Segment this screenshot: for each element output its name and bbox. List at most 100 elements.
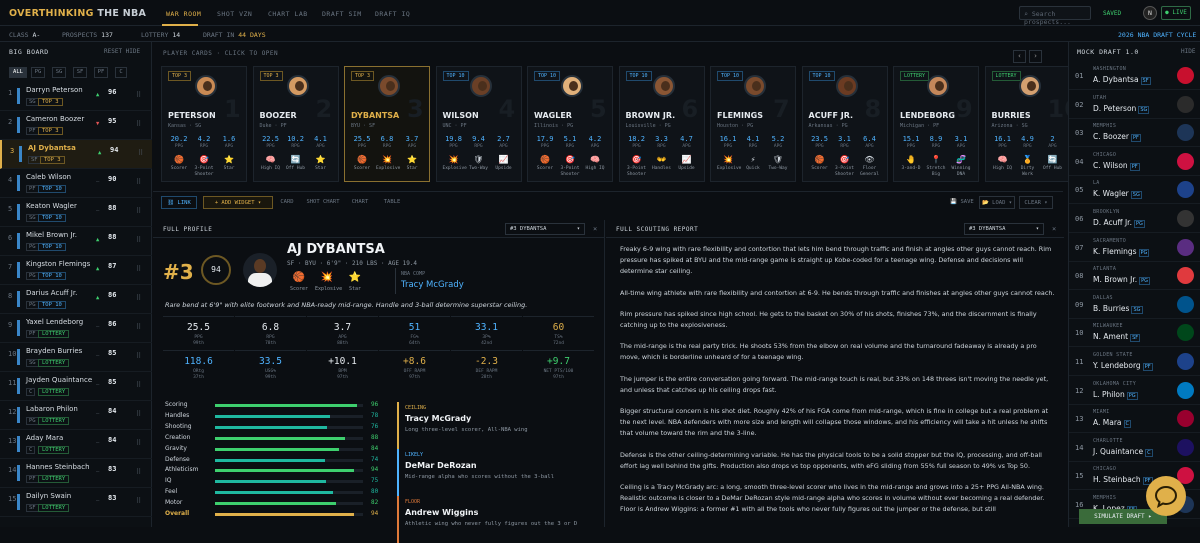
drag-handle-icon[interactable]: ⠿ (136, 265, 141, 273)
mock-pick-row[interactable]: 06 BROOKLYN D. Acuff Jr. PG (1069, 205, 1200, 233)
close-icon[interactable]: × (593, 225, 597, 233)
drag-handle-icon[interactable]: ⠿ (136, 178, 141, 186)
brand-logo[interactable]: OVERTHINKING THE NBA (9, 8, 146, 19)
position-badge: PG (1133, 220, 1145, 228)
board-row[interactable]: 7 Kingston Flemings PG TOP 10 ▲ 87 ⠿ (0, 256, 152, 285)
drag-handle-icon[interactable]: ⠿ (136, 410, 141, 418)
filter-all[interactable]: ALL (9, 67, 27, 78)
drag-handle-icon[interactable]: ⠿ (136, 207, 141, 215)
link-button[interactable]: ⛓ LINK (161, 196, 197, 209)
player-card[interactable]: LOTTERY 10 BURRIES Arizona · SG 16.1 PPG 4.9 RP… (984, 66, 1081, 182)
mock-pick-row[interactable]: 13 MIAMI A. Mara C (1069, 405, 1200, 434)
player-card[interactable]: TOP 3 2 BOOZER Duke · PF 22.5 PPG 10.2 RPG 4.1 AP… (252, 66, 339, 182)
position-badge: PG (26, 417, 39, 425)
drag-handle-icon[interactable]: ⠿ (136, 323, 141, 331)
card-stat-value: 16.1 (994, 135, 1011, 143)
load-button[interactable]: 📂 LOAD ▾ (979, 196, 1015, 209)
position-badge: PF (1129, 162, 1140, 171)
filter-sf[interactable]: SF (73, 67, 87, 78)
search-input[interactable]: ⌕ Search prospects... (1019, 6, 1091, 26)
player-card[interactable]: TOP 10 4 WILSON UNC · PF 19.8 PPG 9.4 RPG 2.7 APG… (435, 66, 522, 182)
player-color-bar (17, 88, 20, 104)
board-row[interactable]: 9 Yaxel Lendeborg PF LOTTERY — 86 ⠿ (0, 314, 152, 343)
board-row[interactable]: 12 Labaron Philon PG LOTTERY — 84 ⠿ (0, 401, 152, 430)
tab-shot-vzn[interactable]: SHOT VZN (217, 10, 252, 18)
drag-handle-icon[interactable]: ⠿ (136, 236, 141, 244)
drag-handle-icon[interactable]: ⠿ (136, 352, 141, 360)
card-stat-value: 5.2 (771, 135, 785, 143)
board-row[interactable]: 10 Brayden Burries SG LOTTERY — 85 ⠿ (0, 343, 152, 372)
filter-sg[interactable]: SG (52, 67, 66, 78)
board-row[interactable]: 13 Aday Mara C LOTTERY — 84 ⠿ (0, 430, 152, 459)
tab-draft-iq[interactable]: DRAFT IQ (375, 10, 410, 18)
drag-handle-icon[interactable]: ⠿ (136, 497, 141, 505)
close-icon[interactable]: × (1052, 225, 1056, 233)
avatar[interactable]: N (1143, 6, 1157, 20)
cards-next-button[interactable]: › (1029, 50, 1042, 63)
trend-icon: — (96, 469, 100, 475)
clear-button[interactable]: CLEAR ▾ (1019, 196, 1053, 209)
tab-shot-chart[interactable]: SHOT CHART (305, 196, 341, 209)
board-row[interactable]: 14 Hannes Steinbach PF LOTTERY — 83 ⠿ (0, 459, 152, 488)
add-widget-button[interactable]: + ADD WIDGET ▾ (203, 196, 273, 209)
mock-pick-row[interactable]: 08 ATLANTA M. Brown Jr. PG (1069, 262, 1200, 291)
trait-icon: 🧠 (590, 155, 600, 164)
mock-pick-row[interactable]: 11 GOLDEN STATE Y. Lendeborg PF (1069, 348, 1200, 376)
board-row[interactable]: 15 Dailyn Swain SF LOTTERY — 83 ⠿ (0, 488, 152, 517)
mock-pick-row[interactable]: 02 UTAH D. Peterson SG (1069, 91, 1200, 119)
drag-handle-icon[interactable]: ⠿ (138, 149, 143, 157)
tab-card[interactable]: CARD (279, 196, 295, 209)
drag-handle-icon[interactable]: ⠿ (136, 468, 141, 476)
player-card[interactable]: TOP 10 8 ACUFF JR. Arkansas · PG 23.5 PPG 3.1 R… (801, 66, 888, 182)
mock-pick-row[interactable]: 01 WASHINGTON A. Dybantsa SF (1069, 62, 1200, 90)
drag-handle-icon[interactable]: ⠿ (136, 91, 141, 99)
drag-handle-icon[interactable]: ⠿ (136, 294, 141, 302)
board-row[interactable]: 6 Mikel Brown Jr. PG TOP 10 ▲ 88 ⠿ (0, 227, 152, 256)
board-row[interactable]: 1 Darryn Peterson SG TOP 3 ▲ 96 ⠿ (0, 82, 152, 111)
player-card[interactable]: TOP 10 7 FLEMINGS Houston · PG 16.1 PPG 4.1 RPG… (710, 66, 796, 182)
player-card[interactable]: LOTTERY 9 LENDEBORG Michigan · PF 15.1 PPG 8.9… (893, 66, 979, 182)
mock-pick-row[interactable]: 04 CHICAGO C. Wilson PF (1069, 148, 1200, 176)
mock-pick-row[interactable]: 03 MEMPHIS C. Boozer PF (1069, 119, 1200, 148)
drag-handle-icon[interactable]: ⠿ (136, 439, 141, 447)
mock-pick-row[interactable]: 10 MILWAUKEE N. Ament SF (1069, 319, 1200, 348)
board-actions[interactable]: RESET HIDE (104, 48, 140, 55)
trait-icon: 📈 (498, 155, 509, 164)
chat-button[interactable] (1146, 476, 1186, 516)
player-card[interactable]: TOP 10 5 WAGLER Illinois · PG 17.9 PPG 5.1 RPG 4… (527, 66, 613, 182)
board-player-name: Yaxel Lendeborg (26, 318, 84, 326)
filter-c[interactable]: C (115, 67, 127, 78)
drag-handle-icon[interactable]: ⠿ (136, 381, 141, 389)
board-score: 83 (108, 494, 117, 502)
team-name: OKLAHOMA CITY (1093, 380, 1137, 387)
report-player-select[interactable]: #3 DYBANTSA ▾ (964, 223, 1044, 235)
profile-player-select[interactable]: #3 DYBANTSA ▾ (505, 223, 585, 235)
save-button[interactable]: 💾 SAVE (949, 196, 975, 209)
board-row[interactable]: 4 Caleb Wilson PF TOP 10 — 90 ⠿ (0, 169, 152, 198)
mock-hide-button[interactable]: HIDE (1181, 48, 1195, 55)
tab-chart[interactable]: CHART (349, 196, 371, 209)
board-row[interactable]: 2 Cameron Boozer PF TOP 3 ▼ 95 ⠿ (0, 111, 152, 140)
player-card[interactable]: TOP 3 1 PETERSON Kansas · SG 20.2 PPG 4.2 RPG 1.… (161, 66, 247, 182)
player-card[interactable]: TOP 10 6 BROWN JR. Louisville · PG 18.2 PPG 3.… (618, 66, 705, 182)
cards-prev-button[interactable]: ‹ (1013, 50, 1026, 63)
card-school: Illinois · PG (534, 123, 574, 129)
tab-chart-lab[interactable]: CHART LAB (268, 10, 308, 18)
tab-war-room[interactable]: WAR ROOM (166, 10, 201, 18)
tab-draft-sim[interactable]: DRAFT SIM (322, 10, 362, 18)
board-row[interactable]: 5 Keaton Wagler SG TOP 10 — 88 ⠿ (0, 198, 152, 227)
stat-value: 51 (408, 322, 421, 333)
filter-pf[interactable]: PF (94, 67, 108, 78)
mock-pick-row[interactable]: 05 LA K. Wagler SG (1069, 176, 1200, 205)
filter-pg[interactable]: PG (31, 67, 45, 78)
drag-handle-icon[interactable]: ⠿ (136, 120, 141, 128)
board-row[interactable]: 11 Jayden Quaintance C LOTTERY — 85 ⠿ (0, 372, 152, 401)
mock-pick-row[interactable]: 09 DALLAS B. Burries SG (1069, 291, 1200, 319)
player-card[interactable]: TOP 3 3 DYBANTSA BYU · SF 25.5 PPG 6.8 RPG 3.7 AP… (344, 66, 430, 182)
board-row[interactable]: 3 AJ Dybantsa SF TOP 3 ▲ 94 ⠿ (0, 140, 152, 169)
mock-pick-row[interactable]: 07 SACRAMENTO K. Flemings PG (1069, 234, 1200, 262)
board-row[interactable]: 8 Darius Acuff Jr. PG TOP 10 ▲ 86 ⠿ (0, 285, 152, 314)
mock-pick-row[interactable]: 14 CHARLOTTE J. Quaintance C (1069, 434, 1200, 462)
mock-pick-row[interactable]: 12 OKLAHOMA CITY L. Philon PG (1069, 377, 1200, 405)
tab-table[interactable]: TABLE (381, 196, 403, 209)
